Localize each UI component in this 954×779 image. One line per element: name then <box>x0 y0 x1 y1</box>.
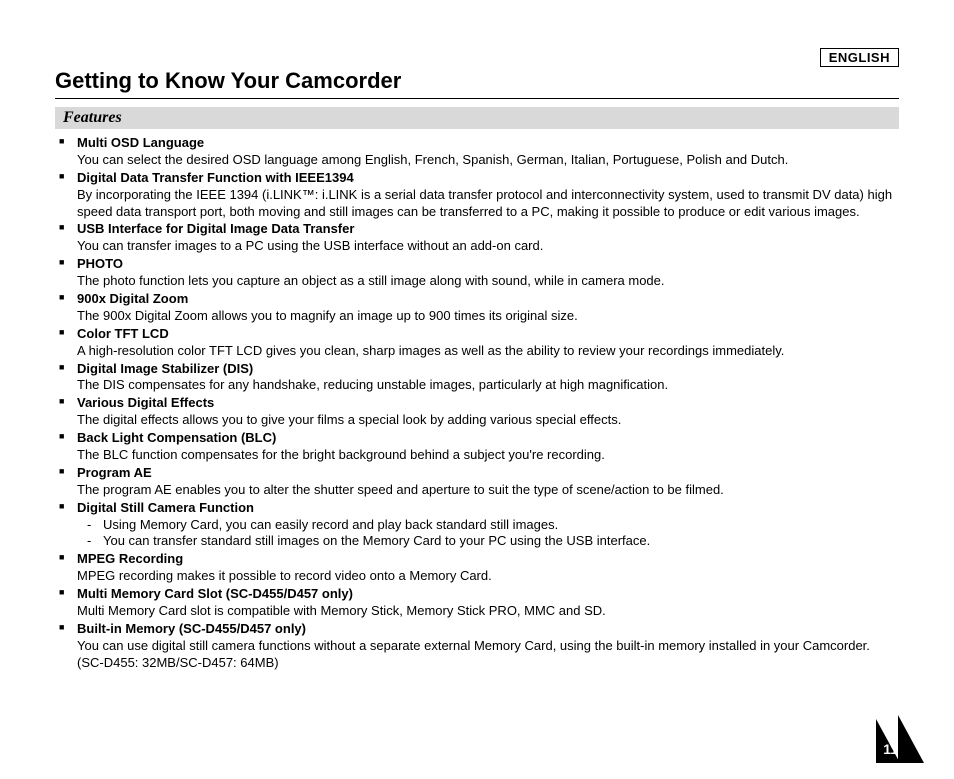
feature-desc: You can use digital still camera functio… <box>77 638 899 672</box>
feature-title: Color TFT LCD <box>77 326 899 343</box>
feature-item: Multi Memory Card Slot (SC-D455/D457 onl… <box>77 586 899 620</box>
page-number: 11 <box>883 741 898 757</box>
feature-desc: The photo function lets you capture an o… <box>77 273 899 290</box>
feature-item: Back Light Compensation (BLC)The BLC fun… <box>77 430 899 464</box>
feature-title: Built-in Memory (SC-D455/D457 only) <box>77 621 899 638</box>
feature-desc: A high-resolution color TFT LCD gives yo… <box>77 343 899 360</box>
feature-desc: You can transfer images to a PC using th… <box>77 238 899 255</box>
feature-title: MPEG Recording <box>77 551 899 568</box>
page-footer-decoration: 11 <box>864 711 924 767</box>
features-list: Multi OSD LanguageYou can select the des… <box>55 135 899 672</box>
feature-title: Multi Memory Card Slot (SC-D455/D457 onl… <box>77 586 899 603</box>
feature-item: Program AEThe program AE enables you to … <box>77 465 899 499</box>
feature-item: Built-in Memory (SC-D455/D457 only)You c… <box>77 621 899 672</box>
feature-desc: The program AE enables you to alter the … <box>77 482 899 499</box>
feature-item: Digital Data Transfer Function with IEEE… <box>77 170 899 221</box>
feature-title: Digital Data Transfer Function with IEEE… <box>77 170 899 187</box>
feature-title: USB Interface for Digital Image Data Tra… <box>77 221 899 238</box>
feature-item: Digital Still Camera FunctionUsing Memor… <box>77 500 899 551</box>
feature-item: Multi OSD LanguageYou can select the des… <box>77 135 899 169</box>
feature-item: Various Digital EffectsThe digital effec… <box>77 395 899 429</box>
feature-item: Digital Image Stabilizer (DIS)The DIS co… <box>77 361 899 395</box>
feature-title: Program AE <box>77 465 899 482</box>
feature-desc: MPEG recording makes it possible to reco… <box>77 568 899 585</box>
feature-desc: By incorporating the IEEE 1394 (i.LINK™:… <box>77 187 899 221</box>
feature-title: Digital Still Camera Function <box>77 500 899 517</box>
feature-desc: The BLC function compensates for the bri… <box>77 447 899 464</box>
feature-desc: You can select the desired OSD language … <box>77 152 899 169</box>
feature-sub: You can transfer standard still images o… <box>77 533 899 550</box>
feature-item: Color TFT LCDA high-resolution color TFT… <box>77 326 899 360</box>
feature-item: 900x Digital ZoomThe 900x Digital Zoom a… <box>77 291 899 325</box>
feature-desc: The 900x Digital Zoom allows you to magn… <box>77 308 899 325</box>
feature-title: 900x Digital Zoom <box>77 291 899 308</box>
feature-item: PHOTOThe photo function lets you capture… <box>77 256 899 290</box>
feature-title: Various Digital Effects <box>77 395 899 412</box>
feature-item: USB Interface for Digital Image Data Tra… <box>77 221 899 255</box>
feature-item: MPEG RecordingMPEG recording makes it po… <box>77 551 899 585</box>
feature-title: Back Light Compensation (BLC) <box>77 430 899 447</box>
feature-title: Multi OSD Language <box>77 135 899 152</box>
feature-desc: The DIS compensates for any handshake, r… <box>77 377 899 394</box>
feature-sub: Using Memory Card, you can easily record… <box>77 517 899 534</box>
page-title: Getting to Know Your Camcorder <box>55 68 899 99</box>
feature-desc: Multi Memory Card slot is compatible wit… <box>77 603 899 620</box>
section-header-features: Features <box>55 107 899 129</box>
feature-title: PHOTO <box>77 256 899 273</box>
feature-title: Digital Image Stabilizer (DIS) <box>77 361 899 378</box>
language-tag: ENGLISH <box>820 48 899 67</box>
feature-desc: The digital effects allows you to give y… <box>77 412 899 429</box>
